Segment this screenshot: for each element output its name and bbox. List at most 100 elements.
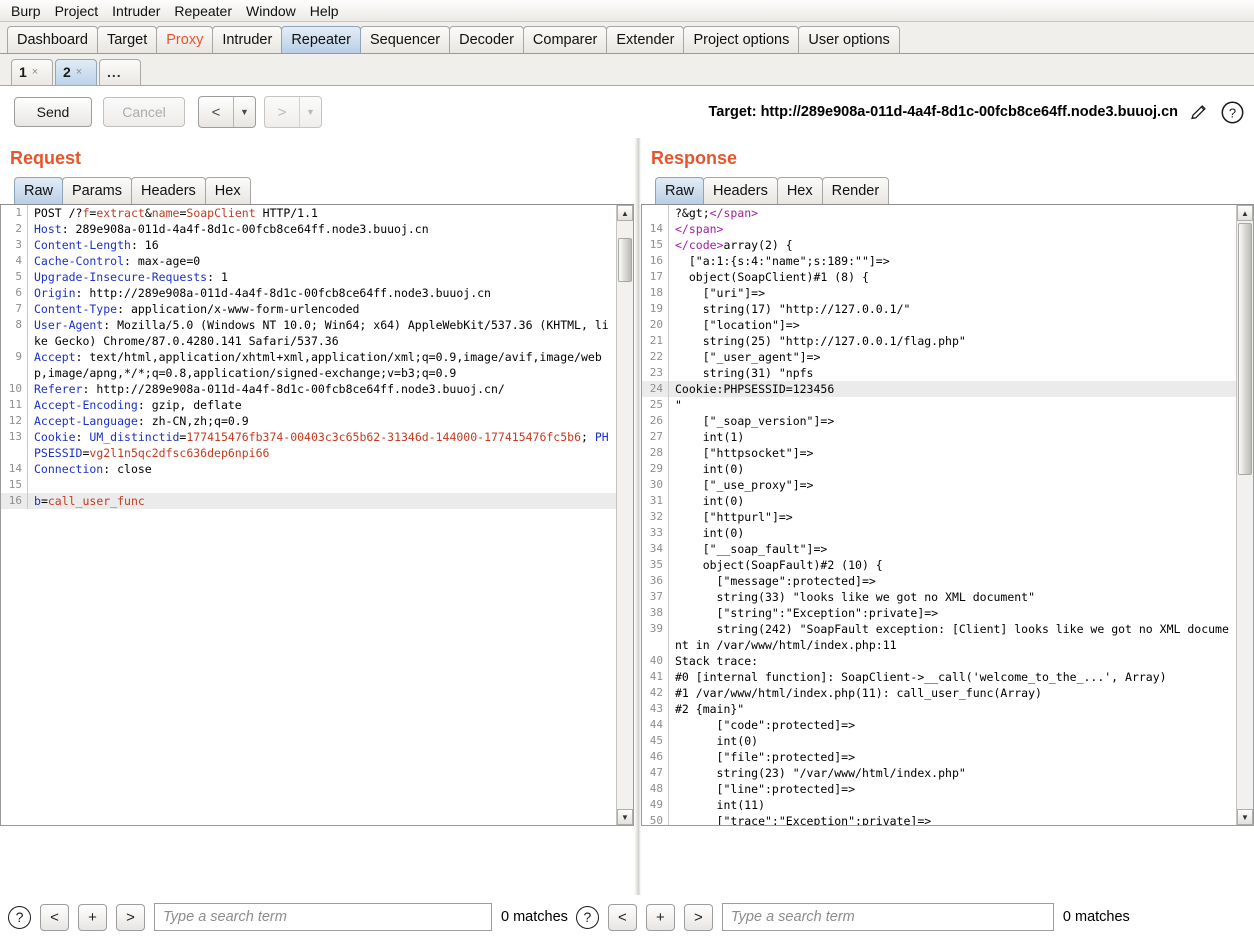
scroll-up-arrow-icon[interactable]: ▲ [1237,205,1253,221]
code-text[interactable]: string(25) "http://127.0.0.1/flag.php" [675,333,1236,349]
scroll-up-arrow-icon[interactable]: ▲ [617,205,633,221]
code-text[interactable]: Cookie: UM_distinctid=177415476fb374-004… [34,429,616,461]
search-prev-button[interactable]: < [607,903,637,931]
search-add-button[interactable]: + [645,903,675,931]
code-text[interactable]: ["trace":"Exception":private]=> [675,813,1236,825]
code-text[interactable]: ["_soap_version"]=> [675,413,1236,429]
response-tab-hex[interactable]: Hex [776,177,823,204]
code-text[interactable]: Origin: http://289e908a-011d-4a4f-8d1c-0… [34,285,616,301]
go-forward-button[interactable]: > [265,97,299,127]
code-text[interactable]: int(0) [675,493,1236,509]
go-forward-dropdown-icon[interactable]: ▼ [299,97,321,127]
tab-user-options[interactable]: User options [798,26,900,53]
code-text[interactable]: Content-Length: 16 [34,237,616,253]
request-code-area[interactable]: 1 POST /?f=extract&name=SoapClient HTTP/1… [1,205,616,825]
menu-item-intruder[interactable]: Intruder [105,1,167,21]
tab-intruder[interactable]: Intruder [212,26,283,53]
request-tab-hex[interactable]: Hex [204,177,251,204]
search-prev-button[interactable]: < [40,903,69,931]
request-scroll-thumb[interactable] [618,238,632,282]
code-text[interactable]: int(0) [675,461,1236,477]
go-back-dropdown-icon[interactable]: ▼ [233,97,255,127]
code-text[interactable]: Cookie:PHPSESSID=123456 [675,381,1236,397]
code-text[interactable]: int(11) [675,797,1236,813]
code-text[interactable]: string(242) "SoapFault exception: [Clien… [675,621,1236,653]
code-text[interactable]: Connection: close [34,461,616,477]
tab-sequencer[interactable]: Sequencer [359,26,451,53]
code-text[interactable]: string(33) "looks like we got no XML doc… [675,589,1236,605]
code-text[interactable]: ["_user_agent"]=> [675,349,1236,365]
tab-dashboard[interactable]: Dashboard [7,26,98,53]
request-search-input[interactable]: Type a search term [154,903,492,931]
response-vertical-scrollbar[interactable]: ▲ ▼ [1236,205,1253,825]
response-tab-headers[interactable]: Headers [703,177,778,204]
code-text[interactable]: Accept: text/html,application/xhtml+xml,… [34,349,616,381]
tab-proxy[interactable]: Proxy [156,26,214,53]
request-tab-raw[interactable]: Raw [14,177,64,204]
tab-project-options[interactable]: Project options [683,26,800,53]
code-text[interactable]: ["line":protected]=> [675,781,1236,797]
menu-item-project[interactable]: Project [48,1,106,21]
cancel-button[interactable]: Cancel [103,97,185,127]
code-text[interactable]: Upgrade-Insecure-Requests: 1 [34,269,616,285]
code-text[interactable]: Content-Type: application/x-www-form-url… [34,301,616,317]
tab-extender[interactable]: Extender [606,26,685,53]
search-next-button[interactable]: > [116,903,145,931]
menu-item-burp[interactable]: Burp [4,1,48,21]
code-text[interactable]: </code>array(2) { [675,237,1236,253]
send-button[interactable]: Send [14,97,92,127]
code-text[interactable]: Cache-Control: max-age=0 [34,253,616,269]
repeater-new-tab-button[interactable]: ... [99,59,141,85]
tab-comparer[interactable]: Comparer [522,26,608,53]
request-editor[interactable]: 1 POST /?f=extract&name=SoapClient HTTP/1… [0,205,634,826]
menu-item-window[interactable]: Window [239,1,303,21]
code-text[interactable]: ["string":"Exception":private]=> [675,605,1236,621]
code-text[interactable]: object(SoapFault)#2 (10) { [675,557,1236,573]
close-icon[interactable]: × [32,60,38,85]
code-text[interactable]: ["httpsocket"]=> [675,445,1236,461]
pencil-icon[interactable] [1187,100,1211,124]
code-text[interactable]: #1 /var/www/html/index.php(11): call_use… [675,685,1236,701]
close-icon[interactable]: × [76,60,82,85]
code-text[interactable]: string(17) "http://127.0.0.1/" [675,301,1236,317]
scroll-down-arrow-icon[interactable]: ▼ [617,809,633,825]
code-text[interactable]: string(31) "npfs [675,365,1236,381]
code-text[interactable]: ?&gt;</span> [675,205,1236,221]
code-text[interactable]: int(1) [675,429,1236,445]
response-tab-raw[interactable]: Raw [655,177,705,204]
help-icon[interactable]: ? [1220,100,1244,124]
code-text[interactable]: object(SoapClient)#1 (8) { [675,269,1236,285]
code-text[interactable]: ["_use_proxy"]=> [675,477,1236,493]
code-text[interactable]: " [675,397,1236,413]
search-add-button[interactable]: + [78,903,107,931]
scroll-down-arrow-icon[interactable]: ▼ [1237,809,1253,825]
search-next-button[interactable]: > [683,903,713,931]
request-vertical-scrollbar[interactable]: ▲ ▼ [616,205,633,825]
code-text[interactable]: #2 {main}" [675,701,1236,717]
code-text[interactable]: Stack trace: [675,653,1236,669]
request-tab-headers[interactable]: Headers [130,177,206,204]
code-text[interactable]: Accept-Encoding: gzip, deflate [34,397,616,413]
code-text[interactable]: ["a:1:{s:4:"name";s:189:""]=> [675,253,1236,269]
repeater-tab-2[interactable]: 2 × [55,59,97,85]
code-text[interactable]: ["message":protected]=> [675,573,1236,589]
code-text[interactable]: User-Agent: Mozilla/5.0 (Windows NT 10.0… [34,317,616,349]
menu-item-repeater[interactable]: Repeater [167,1,239,21]
search-help-icon[interactable]: ? [8,905,31,929]
code-text[interactable]: ["code":protected]=> [675,717,1236,733]
code-text[interactable]: POST /?f=extract&name=SoapClient HTTP/1.… [34,205,616,221]
tab-decoder[interactable]: Decoder [449,26,524,53]
code-text[interactable]: #0 [internal function]: SoapClient->__ca… [675,669,1236,685]
code-text[interactable]: Host: 289e908a-011d-4a4f-8d1c-00fcb8ce64… [34,221,616,237]
search-help-icon[interactable]: ? [575,905,599,929]
response-editor[interactable]: ?&gt;</span> 14 </span> 15 </code>array(2) {… [641,205,1254,826]
repeater-tab-1[interactable]: 1 × [11,59,53,85]
response-tab-render[interactable]: Render [821,177,890,204]
go-forward-split-button[interactable]: > ▼ [264,96,322,128]
code-text[interactable]: ["file":protected]=> [675,749,1236,765]
request-tab-params[interactable]: Params [62,177,132,204]
code-text[interactable]: </span> [675,221,1236,237]
go-back-button[interactable]: < [199,97,233,127]
tab-repeater[interactable]: Repeater [281,26,361,53]
go-back-split-button[interactable]: < ▼ [198,96,256,128]
